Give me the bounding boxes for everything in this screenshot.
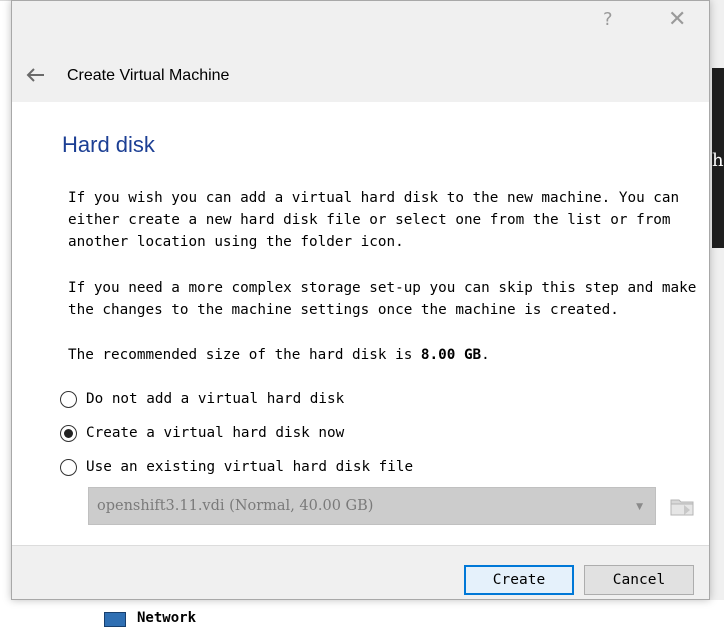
option-no-disk[interactable]: Do not add a virtual hard disk: [60, 388, 344, 410]
radio-button-selected[interactable]: [60, 424, 77, 442]
create-button[interactable]: Create: [464, 565, 574, 595]
recommended-size-text: The recommended size of the hard disk is…: [68, 344, 698, 366]
option-existing-disk[interactable]: Use an existing virtual hard disk file: [60, 456, 413, 478]
page-title: Hard disk: [62, 132, 155, 157]
recommended-size-value: 8.00 GB: [420, 347, 482, 363]
existing-disk-value: openshift3.11.vdi (Normal, 40.00 GB): [97, 498, 374, 514]
choose-disk-file-button[interactable]: [669, 494, 695, 518]
close-icon[interactable]: ✕: [668, 7, 686, 32]
recommended-size-suffix: .: [481, 347, 490, 363]
option-label: Create a virtual hard disk now: [86, 425, 345, 441]
background-network-label: Network: [137, 610, 197, 626]
folder-icon: [670, 499, 694, 516]
option-label: Use an existing virtual hard disk file: [86, 459, 414, 475]
wizard-title: Create Virtual Machine: [67, 67, 230, 84]
radio-button[interactable]: [60, 390, 77, 408]
back-button[interactable]: [22, 63, 48, 87]
cancel-button[interactable]: Cancel: [584, 565, 694, 595]
radio-button[interactable]: [60, 458, 77, 476]
wizard-page-content: Hard disk If you wish you can add a virt…: [12, 102, 709, 546]
option-label: Do not add a virtual hard disk: [86, 391, 345, 407]
back-arrow-icon: [26, 68, 44, 82]
background-partial-text: h: [712, 150, 724, 171]
description-paragraph: If you wish you can add a virtual hard d…: [68, 190, 688, 250]
create-vm-dialog: ? ✕ Create Virtual Machine Hard disk If …: [11, 0, 710, 600]
storage-setup-paragraph: If you need a more complex storage set-u…: [68, 280, 705, 318]
dropdown-arrow-icon: ▼: [636, 502, 643, 512]
option-create-disk[interactable]: Create a virtual hard disk now: [60, 422, 344, 444]
existing-disk-select[interactable]: openshift3.11.vdi (Normal, 40.00 GB) ▼: [88, 487, 656, 525]
recommended-size-prefix: The recommended size of the hard disk is: [68, 347, 421, 363]
help-icon[interactable]: ?: [603, 9, 613, 30]
